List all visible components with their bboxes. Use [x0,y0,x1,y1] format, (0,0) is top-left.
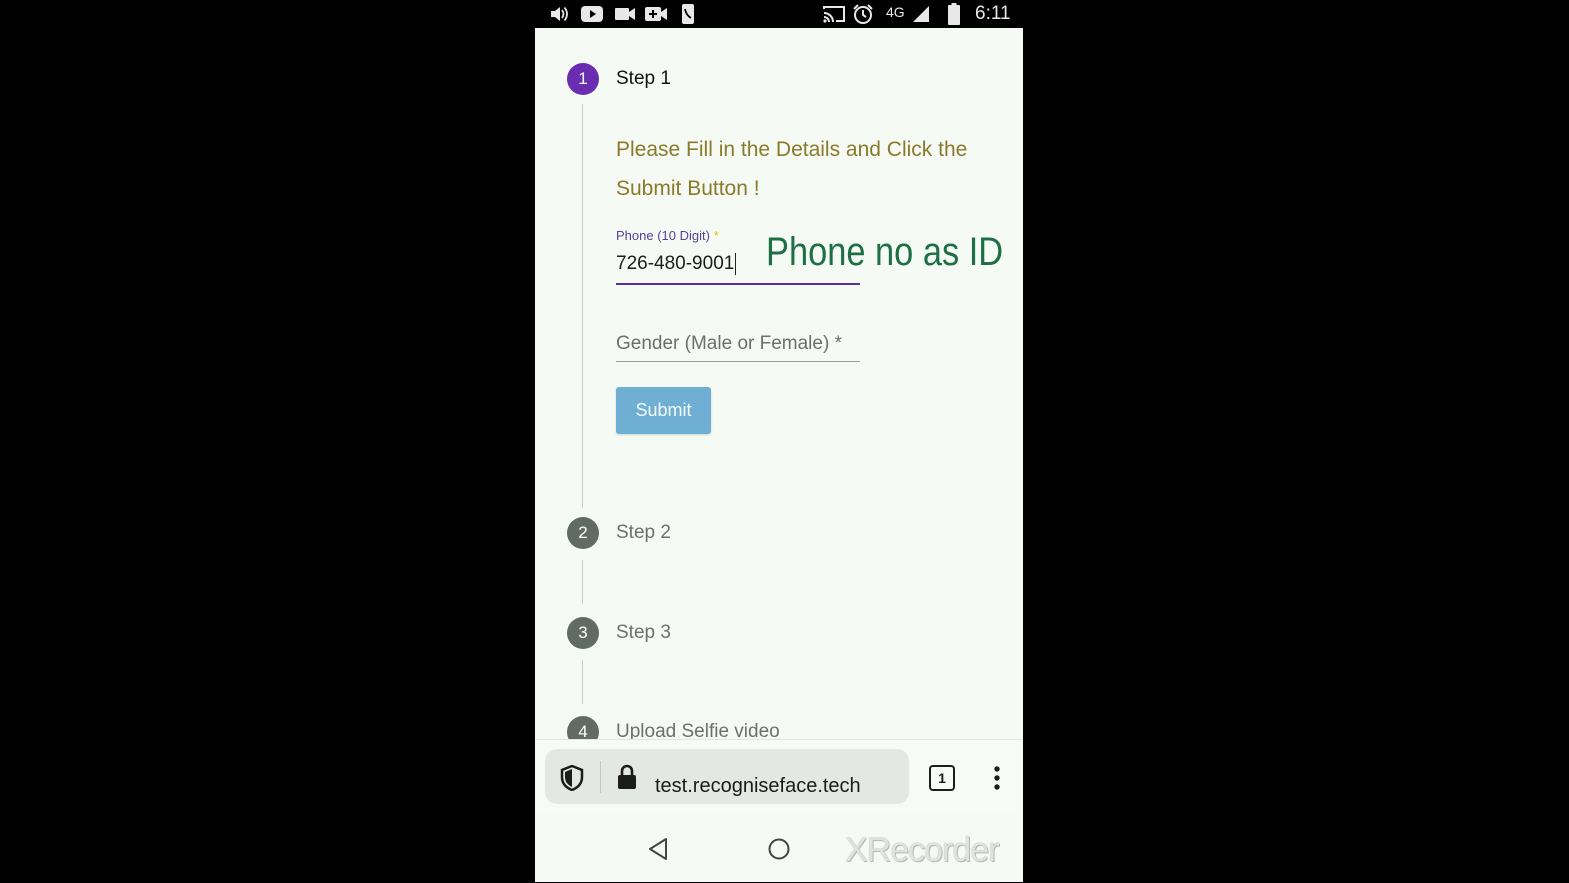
back-icon[interactable] [647,837,669,866]
status-bar: 4G 6:11 [535,0,1023,28]
shield-icon[interactable] [560,764,584,796]
network-type: 4G [886,4,905,20]
browser-toolbar: test.recogniseface.tech 1 [535,739,1023,814]
step-1-number[interactable]: 1 [567,63,599,95]
overflow-menu-icon[interactable] [993,765,1001,791]
phone-screen: 4G 6:11 1 Step 1 2 Step 2 3 Step 3 4 Upl… [535,0,1023,882]
step-1-title[interactable]: Step 1 [616,67,671,91]
text-caret [735,252,737,275]
phone-field-label: Phone (10 Digit) * [616,228,719,243]
clock-time: 6:11 [975,3,1011,24]
volume-icon [549,3,569,25]
annotation-text: Phone no as ID [766,230,1004,274]
step-connector [582,560,583,604]
phone-icon [681,3,695,25]
cast-icon [822,3,846,25]
url-text[interactable]: test.recogniseface.tech [655,773,861,799]
step-2-title[interactable]: Step 2 [616,521,671,545]
phone-input-underline [616,283,860,285]
submit-button[interactable]: Submit [616,387,711,434]
battery-icon [948,3,960,25]
home-icon[interactable] [767,837,791,866]
video-camera-icon [614,3,636,25]
gender-input-underline [616,361,860,362]
step-connector [582,660,583,704]
tab-switcher-button[interactable]: 1 [929,765,955,791]
step-connector [582,104,583,508]
form-instruction: Please Fill in the Details and Click the… [616,138,968,200]
required-mark: * [713,228,719,243]
alarm-icon [852,3,874,25]
signal-icon [912,3,930,25]
step-3-number[interactable]: 3 [567,617,599,649]
system-nav-bar: XRecorder [535,813,1023,882]
gender-input[interactable]: Gender (Male or Female) * [616,332,842,356]
step-2-number[interactable]: 2 [567,517,599,549]
youtube-icon [580,3,604,25]
xrecorder-watermark: XRecorder [845,831,1000,869]
phone-label-text: Phone (10 Digit) [616,228,710,243]
lock-icon[interactable] [617,764,637,795]
step-3-title[interactable]: Step 3 [616,621,671,645]
address-divider [600,761,601,793]
phone-input-value: 726-480-9001 [616,253,735,274]
address-bar[interactable]: test.recogniseface.tech [545,749,909,804]
phone-input[interactable]: 726-480-9001 [616,251,737,277]
video-call-icon [644,3,668,25]
